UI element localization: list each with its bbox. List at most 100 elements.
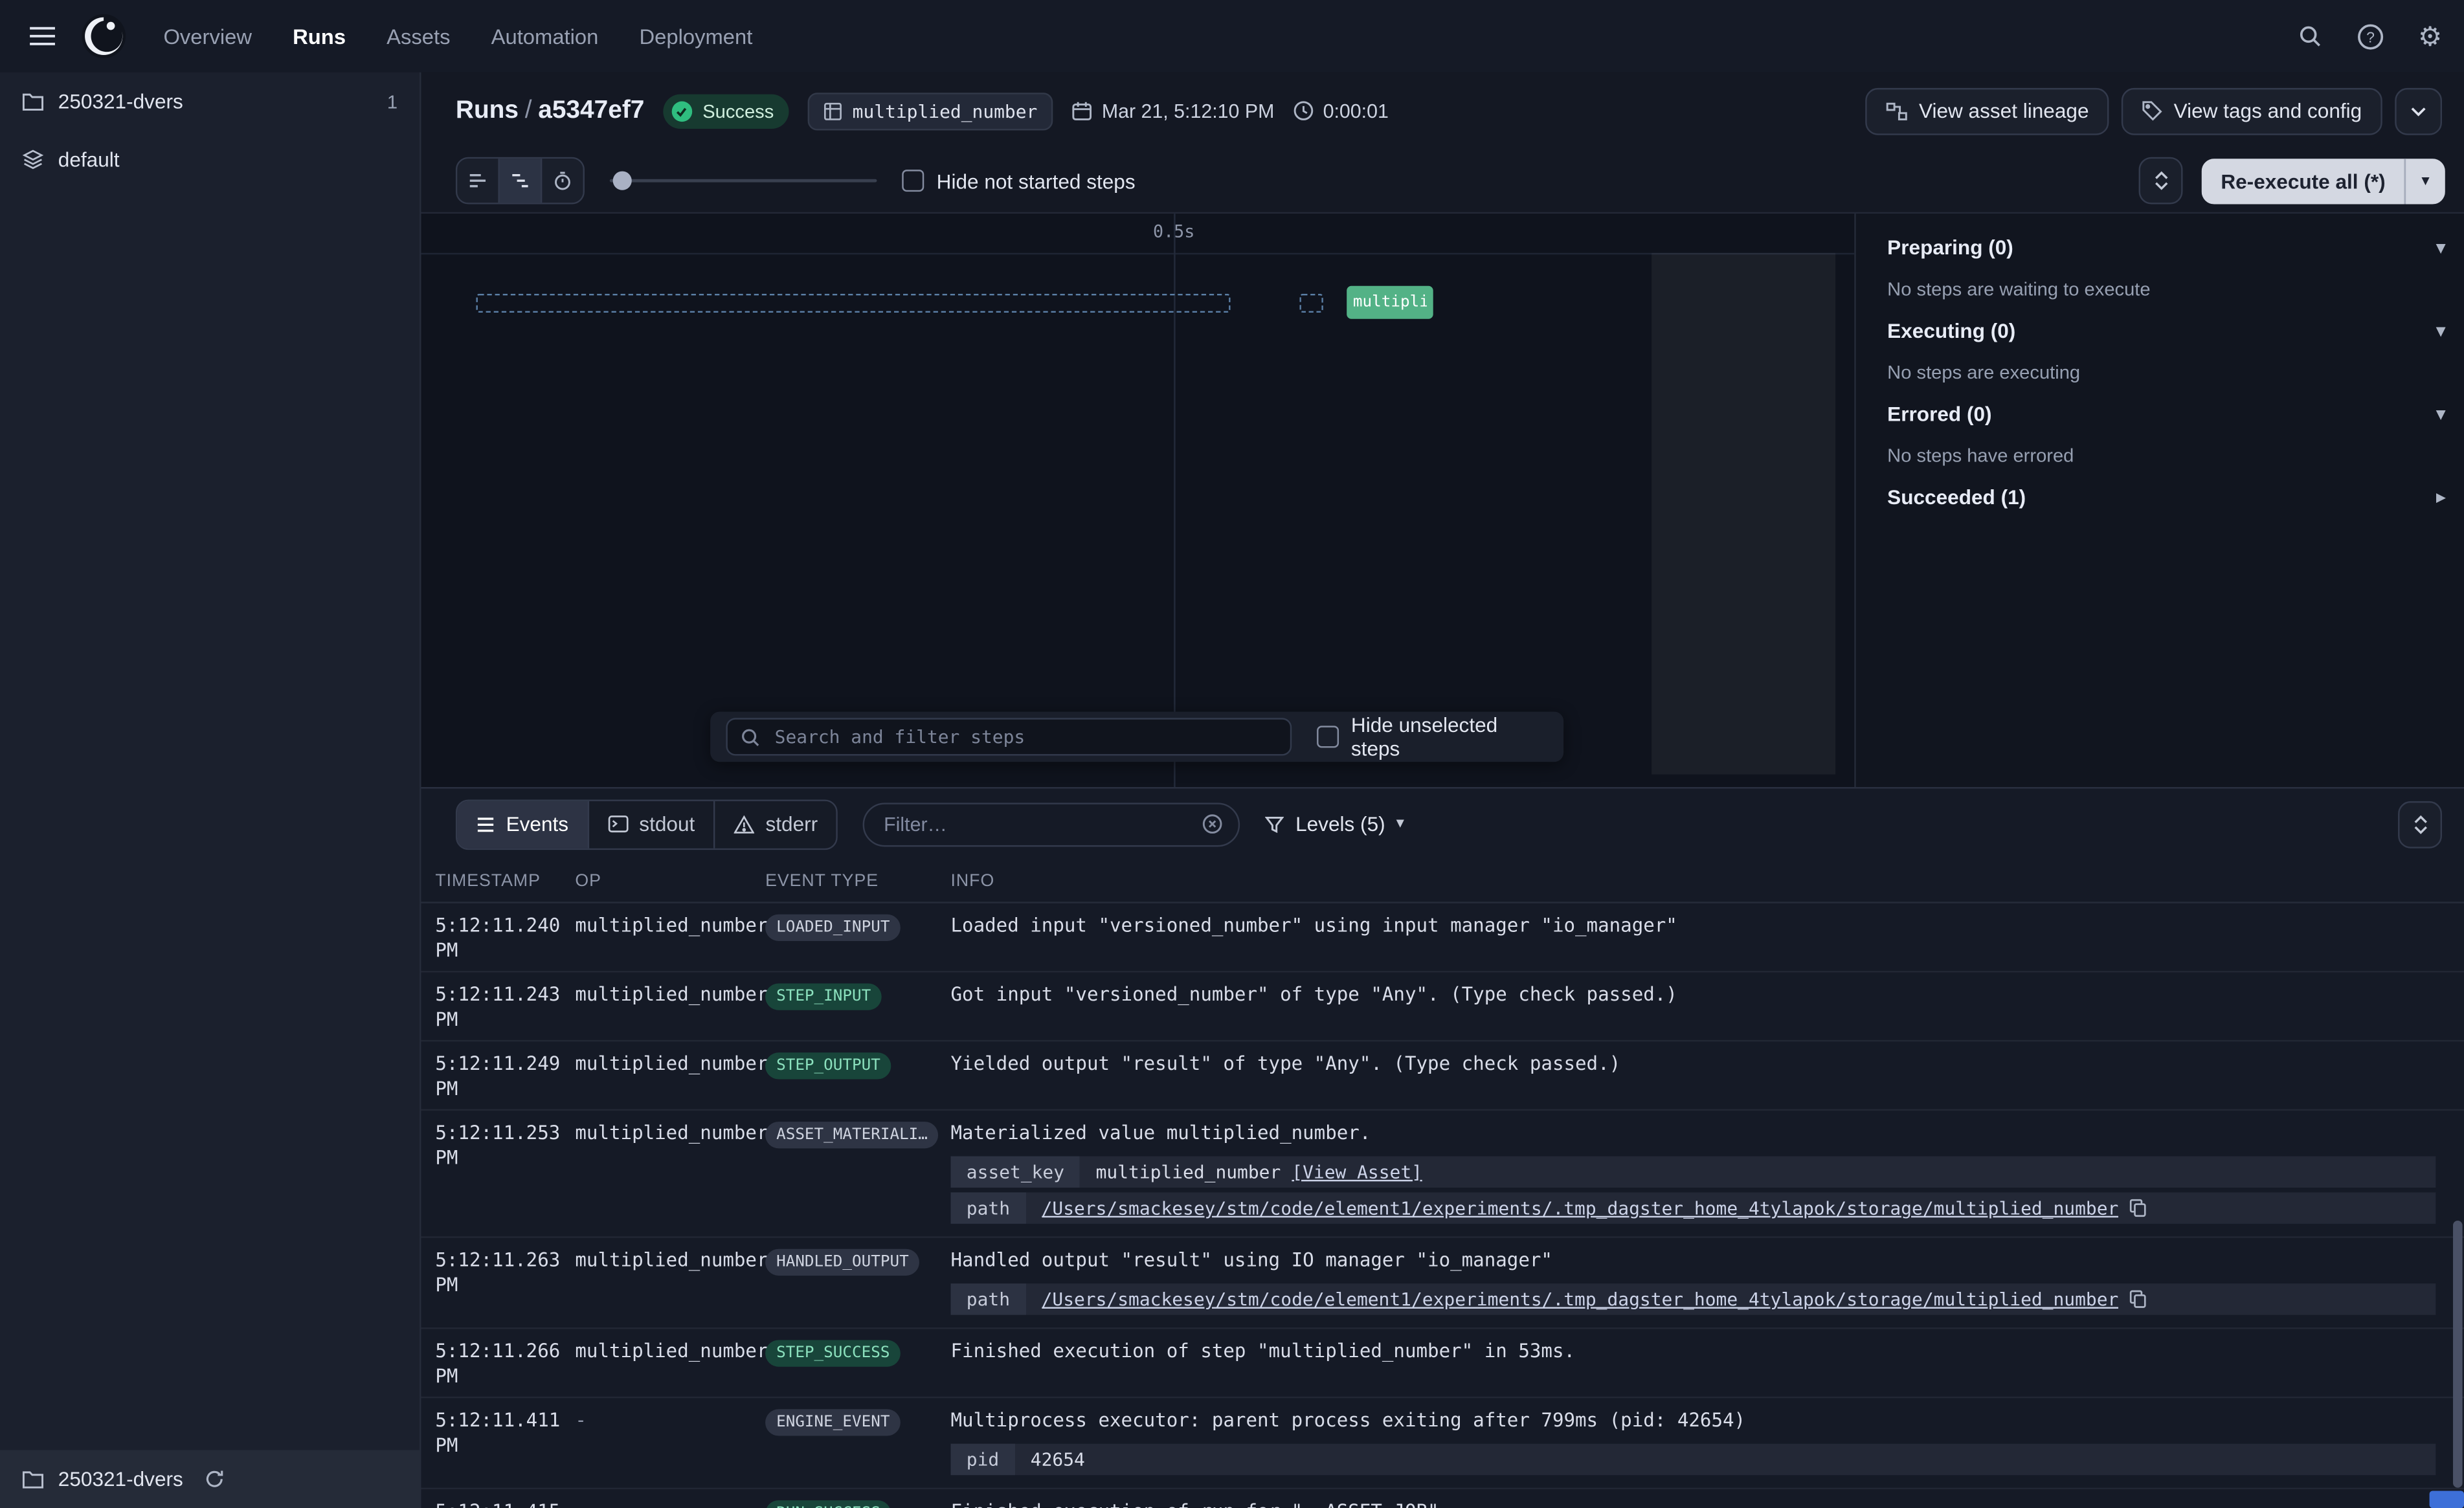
event-info-text: Finished execution of run for "__ASSET_J… <box>951 1499 2436 1508</box>
step-section-header[interactable]: Succeeded (1)▸ <box>1887 476 2445 518</box>
tab-stdout[interactable]: stdout <box>589 801 715 848</box>
metadata-value: /Users/smackesey/stm/code/element1/exper… <box>1025 1283 2436 1315</box>
step-search-box[interactable] <box>726 718 1291 755</box>
nav-item-assets[interactable]: Assets <box>386 25 450 48</box>
copy-icon[interactable] <box>2129 1290 2147 1309</box>
clear-filter-icon[interactable] <box>1203 814 1224 834</box>
run-duration: 0:00:01 <box>1293 100 1388 122</box>
event-row[interactable]: 5:12:11.240 PMmultiplied_numberLOADED_IN… <box>421 904 2464 973</box>
help-icon[interactable]: ? <box>2357 23 2383 49</box>
chevron-down-icon[interactable]: ▾ <box>2436 404 2445 425</box>
step-section-header[interactable]: Errored (0)▾ <box>1887 393 2445 436</box>
nav-item-overview[interactable]: Overview <box>163 25 252 48</box>
copy-icon[interactable] <box>2129 1199 2147 1217</box>
top-nav: Overview Runs Assets Automation Deployment ?… <box>0 0 2464 72</box>
event-timestamp: 5:12:11.266 PM <box>421 1338 576 1389</box>
event-timestamp: 5:12:11.411 PM <box>421 1408 576 1458</box>
gantt-timer-button[interactable] <box>542 159 583 203</box>
nav-item-automation[interactable]: Automation <box>491 25 599 48</box>
gantt-dashed-span-small <box>1299 294 1323 313</box>
chevron-right-icon[interactable]: ▸ <box>2436 487 2445 507</box>
tab-label: stderr <box>766 812 818 836</box>
events-filter-box[interactable] <box>864 802 1241 846</box>
breadcrumb-runs-link[interactable]: Runs <box>456 96 519 123</box>
gantt-waterfall-view-button[interactable] <box>500 159 543 203</box>
event-info: Materialized value multiplied_number.ass… <box>951 1120 2464 1228</box>
step-section-header[interactable]: Preparing (0)▾ <box>1887 227 2445 269</box>
event-type-cell: STEP_OUTPUT <box>765 1051 950 1080</box>
sidebar-item-code-location[interactable]: 250321-dvers 1 <box>0 72 420 131</box>
column-header-op: OP <box>575 871 765 890</box>
metadata-link[interactable]: /Users/smackesey/stm/code/element1/exper… <box>1042 1195 2119 1221</box>
event-info: Yielded output "result" of type "Any". (… <box>951 1051 2464 1076</box>
event-type-chip: ASSET_MATERIALI… <box>765 1122 939 1148</box>
gantt-step-bar[interactable]: multipli… <box>1347 286 1433 319</box>
reload-icon[interactable] <box>203 1469 224 1490</box>
hide-unselected-checkbox[interactable]: Hide unselected steps <box>1317 713 1548 760</box>
event-row[interactable]: 5:12:11.249 PMmultiplied_numberSTEP_OUTP… <box>421 1041 2464 1111</box>
events-filter-input[interactable] <box>880 812 1192 837</box>
chevron-down-icon: ▾ <box>2421 172 2429 190</box>
event-metadata-table: path/Users/smackesey/stm/code/element1/e… <box>951 1283 2436 1315</box>
gantt-dashed-span <box>476 294 1230 313</box>
reexecute-caret-button[interactable]: ▾ <box>2404 158 2445 203</box>
chevron-down-icon[interactable]: ▾ <box>2436 238 2445 258</box>
event-row[interactable]: 5:12:11.415 PM-RUN_SUCCESSFinished execu… <box>421 1489 2464 1508</box>
event-info-text: Loaded input "versioned_number" using in… <box>951 913 2436 938</box>
checkbox-box[interactable] <box>902 170 924 192</box>
slider-thumb[interactable] <box>613 172 632 190</box>
column-header-event-type: EVENT TYPE <box>765 871 950 890</box>
event-row[interactable]: 5:12:11.266 PMmultiplied_numberSTEP_SUCC… <box>421 1329 2464 1398</box>
gantt-view-toggle <box>456 157 585 205</box>
event-row[interactable]: 5:12:11.253 PMmultiplied_numberASSET_MAT… <box>421 1111 2464 1238</box>
column-header-info: INFO <box>951 871 2464 890</box>
hide-not-started-checkbox[interactable]: Hide not started steps <box>902 169 1135 192</box>
asset-tag[interactable]: multiplied_number <box>809 92 1053 129</box>
event-op: multiplied_number <box>575 913 765 938</box>
tab-stderr[interactable]: stderr <box>715 801 836 848</box>
reexecute-all-button[interactable]: Re-execute all (*) <box>2202 158 2404 203</box>
gear-icon[interactable]: ⚙ <box>2418 23 2442 49</box>
vertical-scrollbar-thumb[interactable] <box>2453 1221 2463 1488</box>
tab-label: Events <box>506 812 568 836</box>
event-row[interactable]: 5:12:11.411 PM-ENGINE_EVENTMultiprocess … <box>421 1398 2464 1489</box>
status-badge: Success <box>664 93 790 128</box>
expand-events-button[interactable] <box>2398 801 2442 848</box>
hamburger-menu-icon[interactable] <box>22 16 63 56</box>
events-tabs: Events stdout stderr <box>456 799 838 849</box>
tab-events[interactable]: Events <box>457 801 588 848</box>
event-type-cell: ENGINE_EVENT <box>765 1408 950 1436</box>
step-section-header[interactable]: Executing (0)▾ <box>1887 309 2445 352</box>
nav-item-deployment[interactable]: Deployment <box>639 25 752 48</box>
event-type-chip: ENGINE_EVENT <box>765 1409 901 1436</box>
metadata-link[interactable]: [View Asset] <box>1292 1159 1422 1184</box>
primary-nav: Overview Runs Assets Automation Deployment <box>163 25 752 48</box>
zoom-slider[interactable] <box>610 159 877 203</box>
event-row[interactable]: 5:12:11.243 PMmultiplied_numberSTEP_INPU… <box>421 972 2464 1041</box>
header-more-button[interactable] <box>2395 87 2442 135</box>
topnav-actions: ? ⚙ <box>2297 23 2442 49</box>
chevron-down-icon <box>2410 106 2426 116</box>
lineage-icon <box>1886 102 1908 120</box>
chevron-down-icon[interactable]: ▾ <box>2436 320 2445 341</box>
dagster-logo-icon[interactable] <box>78 11 129 61</box>
run-header: Runs/a5347ef7 Success multiplied_number … <box>421 72 2464 150</box>
nav-item-runs[interactable]: Runs <box>293 25 346 48</box>
sidebar-item-default[interactable]: default <box>0 130 420 188</box>
view-asset-lineage-button[interactable]: View asset lineage <box>1865 87 2109 135</box>
gantt-flat-view-button[interactable] <box>457 159 500 203</box>
gantt-search-overlay: Hide unselected steps <box>710 712 1563 762</box>
step-status-panel: Preparing (0)▾No steps are waiting to ex… <box>1854 214 2464 787</box>
event-row[interactable]: 5:12:11.263 PMmultiplied_numberHANDLED_O… <box>421 1238 2464 1329</box>
step-search-input[interactable] <box>772 724 1277 749</box>
expand-collapse-button[interactable] <box>2139 157 2183 205</box>
sidebar-footer-location[interactable]: 250321-dvers <box>0 1450 420 1508</box>
search-icon[interactable] <box>2297 23 2322 49</box>
column-header-timestamp: TIMESTAMP <box>421 871 576 890</box>
checkbox-box[interactable] <box>1317 726 1339 748</box>
levels-dropdown[interactable]: Levels (5) ▾ <box>1266 812 1404 836</box>
metadata-link[interactable]: /Users/smackesey/stm/code/element1/exper… <box>1042 1287 2119 1312</box>
gantt-chart[interactable]: 0.5s multipli… Hide unselected ste <box>421 214 1855 787</box>
view-tags-config-button[interactable]: View tags and config <box>2122 87 2382 135</box>
horizontal-scrollbar-thumb[interactable] <box>2430 1491 2464 1508</box>
